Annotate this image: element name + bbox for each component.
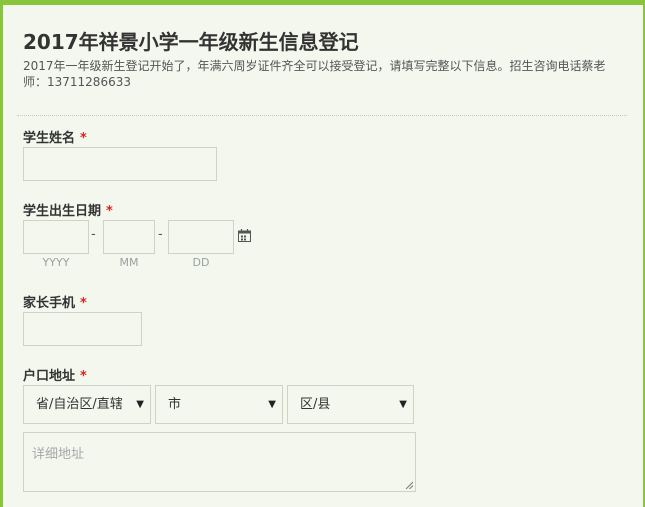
city-select[interactable]: 市 ▼ <box>155 385 283 424</box>
form-description: 2017年一年级新生登记开始了，年满六周岁证件齐全可以接受登记，请填写完整以下信… <box>23 59 606 89</box>
month-hint: MM <box>119 256 139 269</box>
chevron-down-icon: ▼ <box>136 399 144 410</box>
date-separator: - <box>158 227 163 242</box>
parent-phone-label: 家长手机 * <box>23 296 87 311</box>
date-separator: - <box>91 227 96 242</box>
chevron-down-icon: ▼ <box>399 399 407 410</box>
resize-grip-icon[interactable] <box>405 481 413 489</box>
address-label: 户口地址 * <box>23 369 87 384</box>
city-select-value: 市 <box>168 397 182 412</box>
birth-date-label: 学生出生日期 * <box>23 204 113 219</box>
calendar-icon[interactable] <box>238 229 251 242</box>
province-select-value: 省/自治区/直辖 <box>36 397 123 412</box>
address-detail-placeholder: 详细地址 <box>32 447 85 462</box>
day-hint: DD <box>192 256 210 269</box>
chevron-down-icon: ▼ <box>268 399 276 410</box>
required-mark: * <box>80 296 87 311</box>
section-divider <box>17 115 627 116</box>
parent-phone-input[interactable] <box>23 312 142 346</box>
required-mark: * <box>106 204 113 219</box>
address-detail-textarea[interactable]: 详细地址 <box>23 432 416 492</box>
birth-month-input[interactable] <box>103 220 155 254</box>
birth-day-input[interactable] <box>168 220 234 254</box>
student-name-label: 学生姓名 * <box>23 131 87 146</box>
province-select[interactable]: 省/自治区/直辖 ▼ <box>23 385 151 424</box>
required-mark: * <box>80 131 87 146</box>
required-mark: * <box>80 369 87 384</box>
year-hint: YYYY <box>42 256 70 269</box>
district-select-value: 区/县 <box>300 397 331 412</box>
birth-year-input[interactable] <box>23 220 89 254</box>
form-title: 2017年祥景小学一年级新生信息登记 <box>23 30 359 54</box>
district-select[interactable]: 区/县 ▼ <box>287 385 414 424</box>
student-name-input[interactable] <box>23 147 217 181</box>
